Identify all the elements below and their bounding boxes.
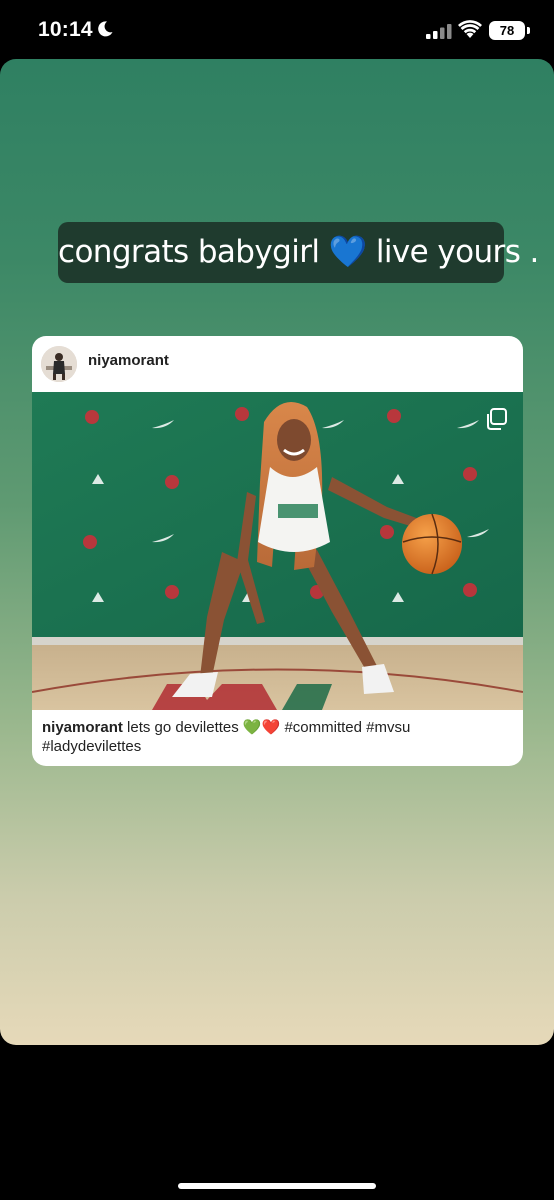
shared-post-card[interactable]: niyamorant niyamorant lets go devilettes… (32, 336, 523, 766)
carousel-icon (487, 408, 507, 430)
wifi-icon (458, 20, 482, 38)
avatar[interactable] (41, 346, 77, 382)
post-photo[interactable] (32, 392, 523, 710)
story-caption: congrats babygirl 💙 live yours . (58, 234, 539, 270)
story-card[interactable]: congrats babygirl 💙 live yours . niyamor… (0, 59, 554, 1045)
post-caption-username[interactable]: niyamorant (42, 719, 123, 736)
signal-icon (426, 24, 452, 39)
home-indicator[interactable] (178, 1183, 376, 1189)
moon-icon (98, 21, 113, 37)
story-caption-bubble: congrats babygirl 💙 live yours . (58, 222, 539, 283)
avatar-photo (41, 346, 77, 382)
post-username[interactable]: niyamorant (88, 352, 169, 369)
battery-tip (527, 27, 530, 34)
story-screen: 10:14 78 congrats babygirl 💙 live yours … (0, 0, 554, 1200)
status-bar: 10:14 78 (0, 0, 554, 60)
battery-icon: 78 (489, 21, 525, 40)
post-caption: niyamorant lets go devilettes 💚❤️ #commi… (42, 718, 512, 756)
status-time: 10:14 (38, 18, 93, 41)
